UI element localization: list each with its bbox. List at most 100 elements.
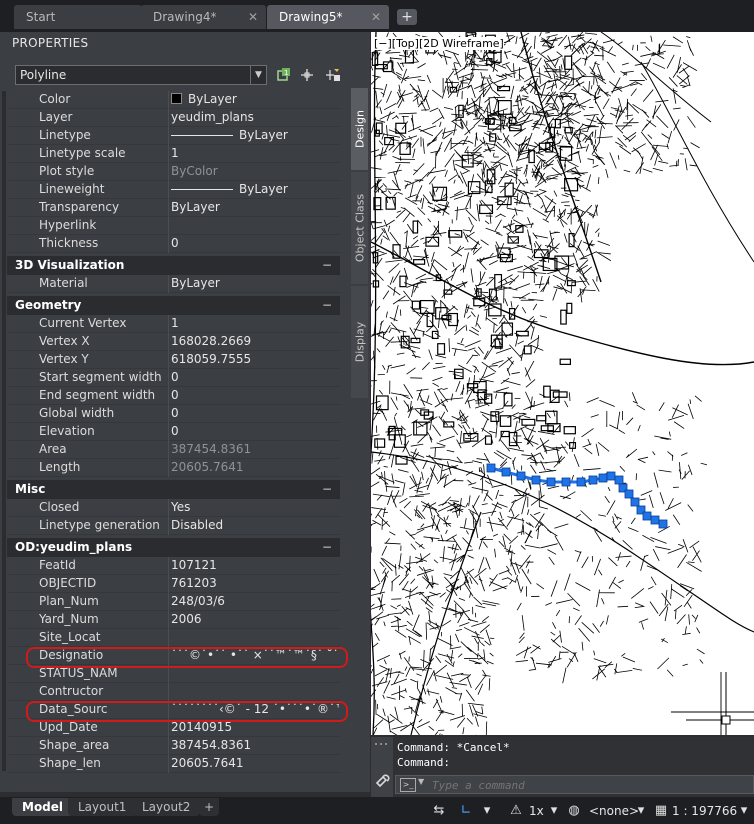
property-value[interactable]: 168028.2669 — [171, 334, 339, 348]
property-row-site-locat[interactable]: Site_Locat — [7, 629, 340, 647]
property-row-elevation[interactable]: Elevation 0 — [7, 423, 340, 441]
drawing-scale-icon[interactable]: ▦ — [652, 801, 670, 821]
tab-model[interactable]: Model — [12, 798, 74, 816]
property-value[interactable]: 248/03/6 — [171, 594, 339, 608]
command-line-grip[interactable] — [371, 737, 393, 797]
column-divider[interactable] — [168, 127, 169, 145]
property-value[interactable]: 1 — [171, 146, 339, 160]
property-row-current-vertex[interactable]: Current Vertex 1 — [7, 315, 340, 333]
property-row-shape-area[interactable]: Shape_area 387454.8361 — [7, 737, 340, 755]
section-header-geometry[interactable]: Geometry − — [7, 296, 340, 315]
select-objects-icon[interactable] — [298, 67, 316, 85]
property-value[interactable]: yeudim_plans — [171, 110, 339, 124]
side-tab-display[interactable]: Display — [351, 286, 368, 398]
property-value[interactable]: ByLayer — [171, 182, 339, 196]
column-divider[interactable] — [168, 459, 169, 477]
command-prompt-icon[interactable]: >_ — [400, 778, 416, 792]
property-value[interactable]: 618059.7555 — [171, 352, 339, 366]
ortho-icon[interactable]: ∟ — [457, 801, 475, 821]
add-layout-button[interactable]: + — [199, 798, 220, 816]
chevron-down-icon[interactable]: ▼ — [250, 66, 266, 84]
section-header-misc[interactable]: Misc − — [7, 480, 340, 499]
command-input-field[interactable] — [430, 777, 744, 794]
property-value[interactable]: 2006 — [171, 612, 339, 626]
close-icon[interactable]: ✕ — [248, 5, 258, 29]
column-divider[interactable] — [168, 199, 169, 217]
property-row-layer[interactable]: Layer yeudim_plans — [7, 109, 340, 127]
property-value[interactable]: 20605.7641 — [171, 756, 339, 770]
column-divider[interactable] — [168, 275, 169, 293]
collapse-icon[interactable]: − — [322, 296, 332, 315]
column-divider[interactable] — [168, 217, 169, 235]
column-divider[interactable] — [168, 737, 169, 755]
tab-drawing4[interactable]: Drawing4* ✕ — [141, 5, 266, 29]
chevron-down-icon[interactable]: ▼ — [418, 777, 424, 786]
property-row-plot-style[interactable]: Plot style ByColor — [7, 163, 340, 181]
column-divider[interactable] — [168, 405, 169, 423]
column-divider[interactable] — [168, 755, 169, 773]
property-value[interactable]: ByLayer — [171, 276, 339, 290]
property-value[interactable]: 107121 — [171, 558, 339, 572]
property-value[interactable]: 387454.8361 — [171, 738, 339, 752]
property-row-lineweight[interactable]: Lineweight ByLayer — [7, 181, 340, 199]
property-row-contructor[interactable]: Contructor — [7, 683, 340, 701]
column-divider[interactable] — [168, 611, 169, 629]
chevron-down-icon[interactable]: ▾ — [478, 801, 496, 821]
side-tab-design[interactable]: Design — [351, 88, 368, 170]
section-header-viz[interactable]: 3D Visualization − — [7, 256, 340, 275]
column-divider[interactable] — [168, 593, 169, 611]
chevron-down-icon[interactable]: ▾ — [632, 801, 650, 821]
section-header-od[interactable]: OD:yeudim_plans − — [7, 538, 340, 557]
column-divider[interactable] — [168, 333, 169, 351]
object-type-select[interactable]: Polyline ▼ — [15, 65, 267, 85]
globe-icon[interactable]: ◍ — [565, 801, 583, 821]
close-icon[interactable]: ✕ — [371, 5, 381, 29]
property-row-yard-num[interactable]: Yard_Num 2006 — [7, 611, 340, 629]
new-tab-button[interactable]: + — [397, 9, 417, 25]
property-row-closed[interactable]: Closed Yes — [7, 499, 340, 517]
drawing-viewport[interactable] — [371, 32, 754, 735]
property-row-color[interactable]: Color ByLayer — [7, 91, 340, 109]
column-divider[interactable] — [168, 441, 169, 459]
property-row-shape-len[interactable]: Shape_len 20605.7641 — [7, 755, 340, 773]
column-divider[interactable] — [168, 575, 169, 593]
tab-layout2[interactable]: Layout2 — [132, 798, 201, 816]
collapse-icon[interactable]: − — [322, 480, 332, 499]
column-divider[interactable] — [168, 517, 169, 535]
collapse-icon[interactable]: − — [322, 256, 332, 275]
column-divider[interactable] — [168, 181, 169, 199]
property-row-length[interactable]: Length 20605.7641 — [7, 459, 340, 477]
column-divider[interactable] — [168, 235, 169, 253]
column-divider[interactable] — [168, 109, 169, 127]
column-divider[interactable] — [168, 369, 169, 387]
quick-select-icon[interactable] — [324, 67, 342, 85]
palette-scrollbar[interactable] — [2, 91, 6, 771]
property-row-global-width[interactable]: Global width 0 — [7, 405, 340, 423]
annotation-scale[interactable]: 1x — [529, 801, 544, 821]
property-row-linetype-generation[interactable]: Linetype generation Disabled — [7, 517, 340, 535]
toggle-pickadd-icon[interactable]: 1 — [275, 67, 293, 85]
drawing-scale[interactable]: 1 : 197766 — [672, 801, 737, 821]
tab-layout1[interactable]: Layout1 — [68, 798, 137, 816]
column-divider[interactable] — [168, 387, 169, 405]
property-value[interactable]: 0 — [171, 424, 339, 438]
column-divider[interactable] — [168, 423, 169, 441]
property-value[interactable]: 0 — [171, 388, 339, 402]
column-divider[interactable] — [168, 557, 169, 575]
tab-start[interactable]: Start — [14, 5, 142, 29]
property-row-featid[interactable]: FeatId 107121 — [7, 557, 340, 575]
property-row-vertex-x[interactable]: Vertex X 168028.2669 — [7, 333, 340, 351]
tab-drawing5[interactable]: Drawing5* ✕ — [267, 5, 389, 29]
property-value[interactable]: 20140915 — [171, 720, 339, 734]
property-value[interactable]: 0 — [171, 370, 339, 384]
column-divider[interactable] — [168, 91, 169, 109]
property-row-end-segment-width[interactable]: End segment width 0 — [7, 387, 340, 405]
column-divider[interactable] — [168, 315, 169, 333]
property-value[interactable]: 0 — [171, 406, 339, 420]
chevron-down-icon[interactable]: ▾ — [545, 801, 563, 821]
property-row-hyperlink[interactable]: Hyperlink — [7, 217, 340, 235]
property-value[interactable]: 761203 — [171, 576, 339, 590]
property-value[interactable]: Yes — [171, 500, 339, 514]
property-row-transparency[interactable]: Transparency ByLayer — [7, 199, 340, 217]
command-input[interactable]: >_ ▼ — [395, 775, 754, 794]
